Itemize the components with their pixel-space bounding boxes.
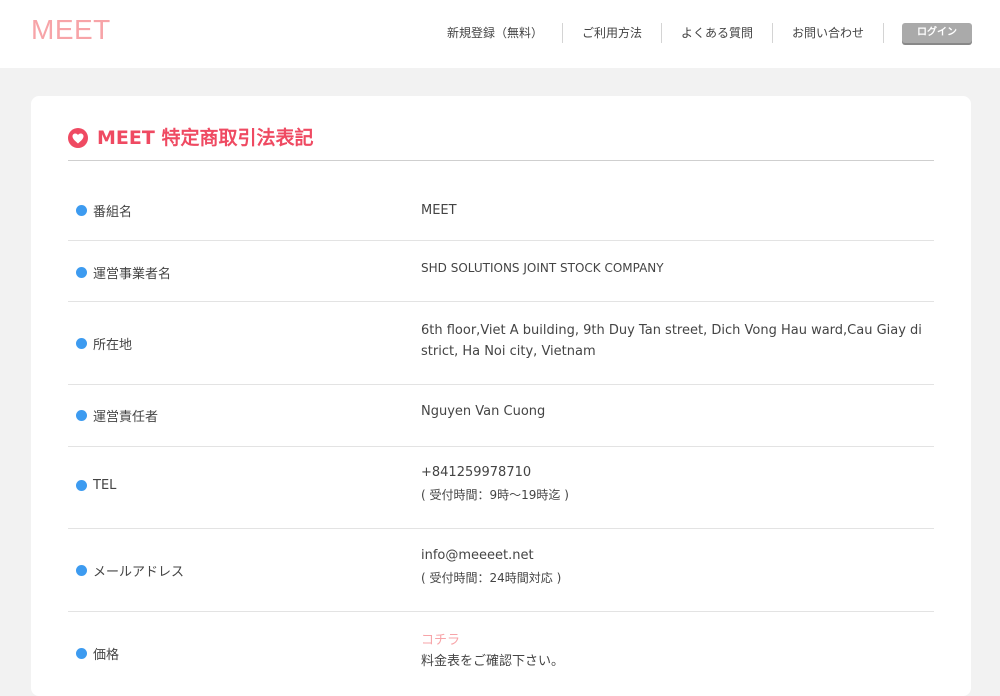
row-value: 6th floor,Viet A building, 9th Duy Tan s…: [421, 320, 931, 362]
row-label: 運営責任者: [76, 406, 158, 425]
table-row: 番組名 MEET: [68, 177, 934, 241]
dot-icon: [76, 648, 87, 659]
logo[interactable]: MEET: [31, 14, 111, 46]
info-table: 番組名 MEET 運営事業者名 SHD SOLUTIONS JOINT STOC…: [68, 177, 934, 692]
content-card: MEET 特定商取引法表記 番組名 MEET 運営事業者名 SHD SOLUTI…: [31, 96, 971, 696]
row-label: メールアドレス: [76, 561, 184, 580]
row-value: MEET: [421, 203, 457, 218]
dot-icon: [76, 205, 87, 216]
price-note: 料金表をご確認下さい。: [421, 654, 565, 669]
tel-number: +841259978710: [421, 465, 532, 480]
table-row: メールアドレス info@meeeet.net ( 受付時間：24時間対応 ): [68, 529, 934, 612]
row-label-text: TEL: [93, 478, 117, 493]
nav-signup[interactable]: 新規登録（無料）: [428, 23, 563, 43]
row-label: 番組名: [76, 201, 132, 220]
row-label: 価格: [76, 644, 119, 663]
row-label: 運営事業者名: [76, 263, 171, 282]
heart-icon: [68, 128, 88, 148]
price-link[interactable]: コチラ: [421, 630, 931, 651]
table-row: 所在地 6th floor,Viet A building, 9th Duy T…: [68, 302, 934, 385]
page-title-text: MEET 特定商取引法表記: [97, 127, 314, 149]
row-value: +841259978710 ( 受付時間：9時〜19時迄 ): [421, 462, 931, 506]
address-line-2: strict, Ha Noi city, Vietnam: [421, 344, 596, 359]
dot-icon: [76, 267, 87, 278]
row-value: Nguyen Van Cuong: [421, 404, 546, 419]
dot-icon: [76, 410, 87, 421]
row-label-text: 番組名: [93, 205, 133, 220]
table-row: 運営責任者 Nguyen Van Cuong: [68, 385, 934, 447]
login-button[interactable]: ログイン: [902, 23, 972, 43]
nav-how-to-use[interactable]: ご利用方法: [563, 23, 662, 43]
main-nav: 新規登録（無料） ご利用方法 よくある質問 お問い合わせ ログイン: [428, 23, 972, 43]
heart-icon-glyph: [72, 133, 84, 143]
email-hours: ( 受付時間：24時間対応 ): [421, 571, 562, 585]
row-label-text: 価格: [93, 648, 120, 663]
page-title: MEET 特定商取引法表記: [68, 126, 934, 161]
tel-hours: ( 受付時間：9時〜19時迄 ): [421, 488, 569, 502]
table-row: TEL +841259978710 ( 受付時間：9時〜19時迄 ): [68, 447, 934, 529]
row-value: SHD SOLUTIONS JOINT STOCK COMPANY: [421, 261, 664, 275]
row-label: 所在地: [76, 334, 132, 353]
table-row: 運営事業者名 SHD SOLUTIONS JOINT STOCK COMPANY: [68, 241, 934, 302]
dot-icon: [76, 338, 87, 349]
address-line-1: 6th floor,Viet A building, 9th Duy Tan s…: [421, 323, 922, 338]
dot-icon: [76, 565, 87, 576]
row-label: TEL: [76, 478, 116, 493]
site-header: MEET 新規登録（無料） ご利用方法 よくある質問 お問い合わせ ログイン: [0, 0, 1000, 68]
row-label-text: 運営事業者名: [93, 267, 172, 282]
table-row: 価格 コチラ 料金表をご確認下さい。: [68, 612, 934, 692]
dot-icon: [76, 480, 87, 491]
email-address[interactable]: info@meeeet.net: [421, 545, 931, 566]
nav-contact[interactable]: お問い合わせ: [773, 23, 884, 43]
row-label-text: 運営責任者: [93, 410, 159, 425]
nav-faq[interactable]: よくある質問: [662, 23, 773, 43]
row-label-text: 所在地: [93, 338, 133, 353]
row-value: info@meeeet.net ( 受付時間：24時間対応 ): [421, 545, 931, 589]
row-label-text: メールアドレス: [93, 565, 185, 580]
